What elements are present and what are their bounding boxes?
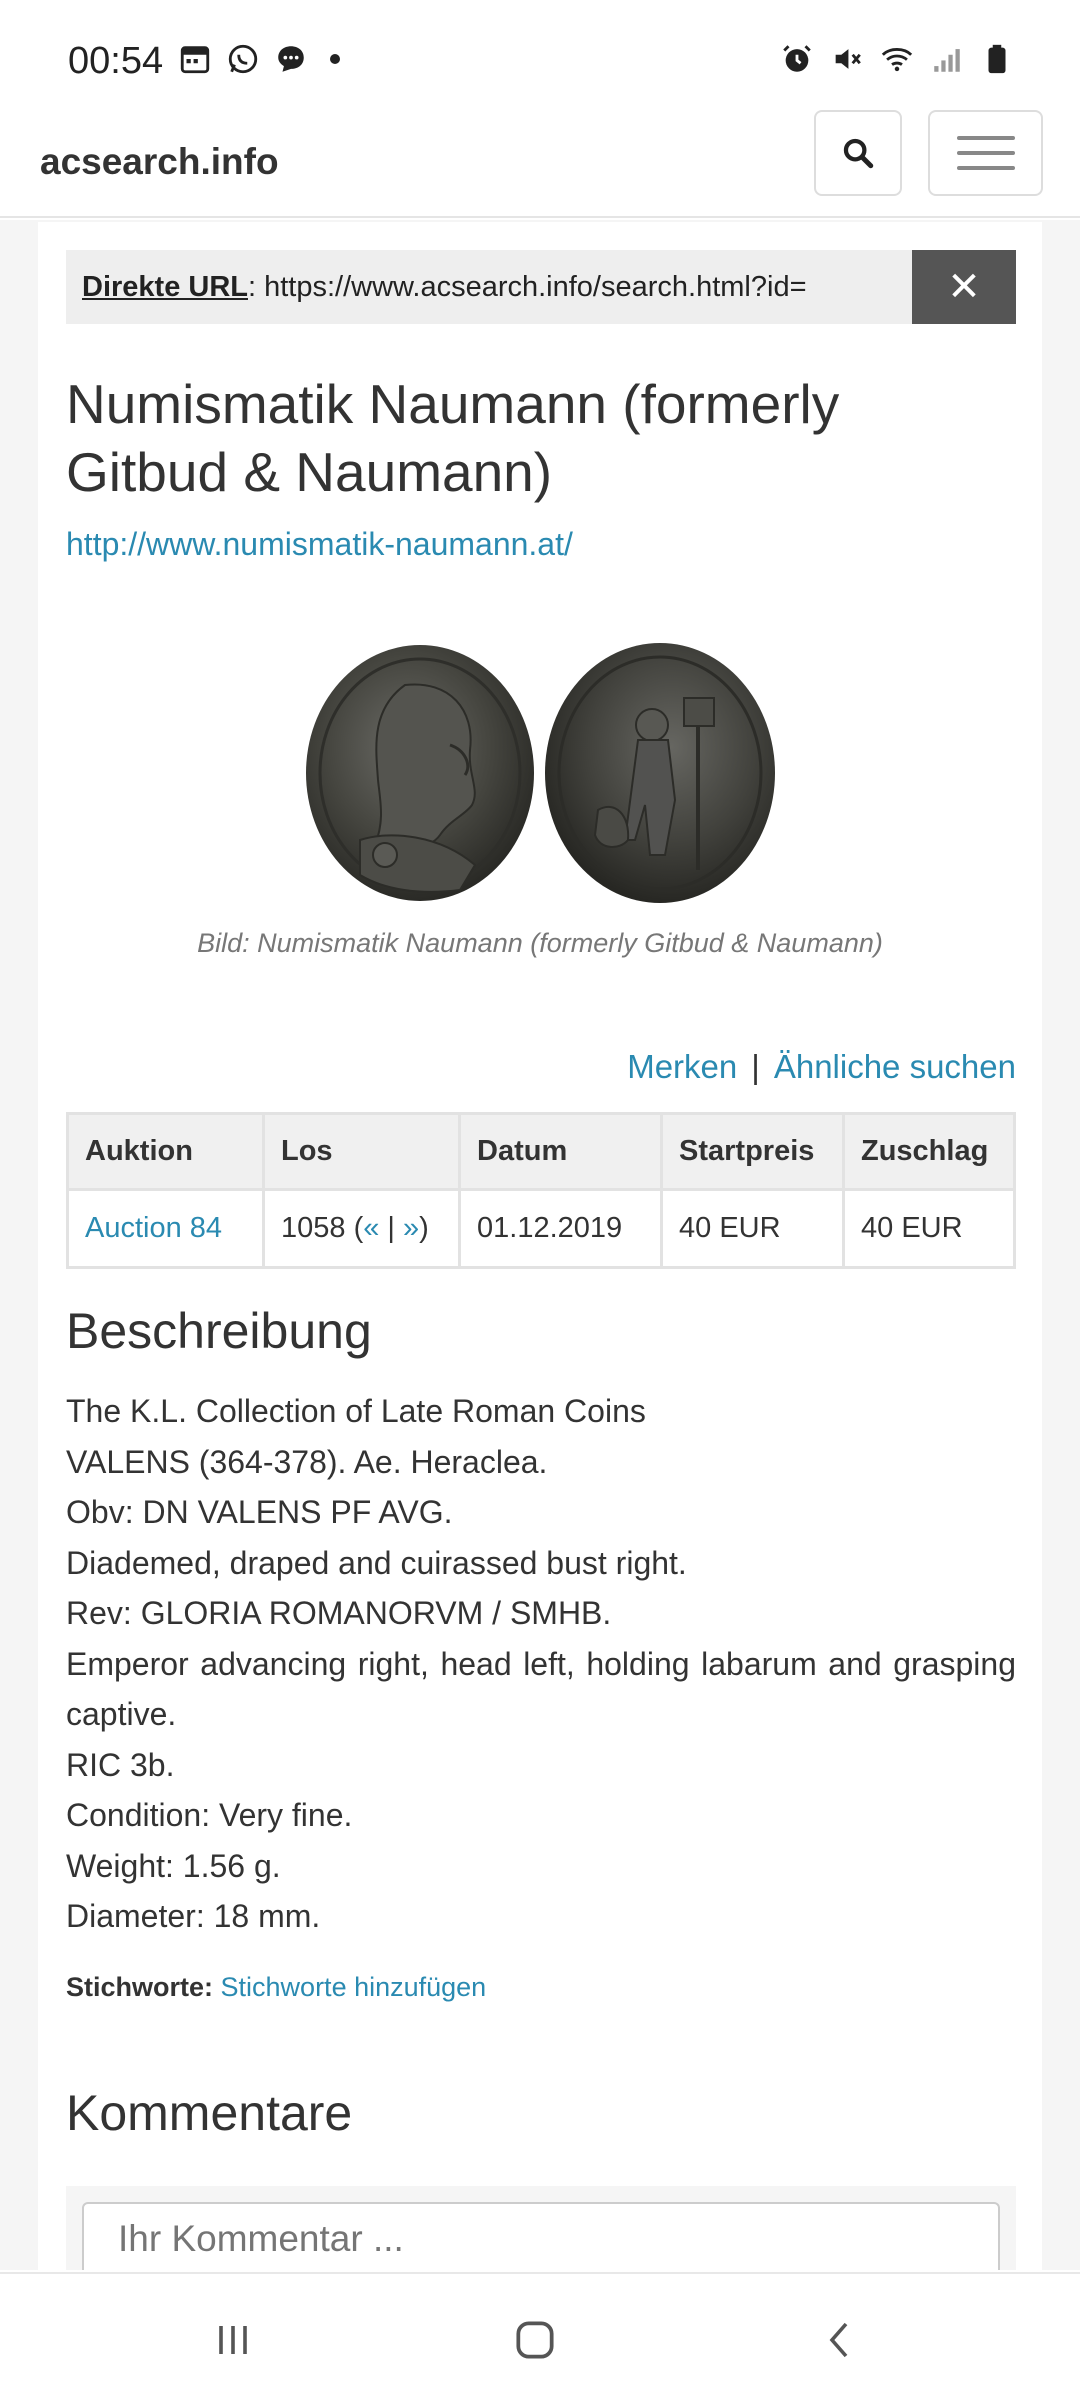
navbar: acsearch.info xyxy=(0,110,1080,218)
description-line: Obv: DN VALENS PF AVG. xyxy=(66,1494,453,1530)
table-header-row: Auktion Los Datum Startpreis Zuschlag xyxy=(66,1112,1016,1191)
lot-close: ) xyxy=(419,1212,429,1244)
bookmark-link[interactable]: Merken xyxy=(627,1048,737,1085)
signal-icon xyxy=(934,49,960,72)
description-line: Emperor advancing right, head left, hold… xyxy=(66,1645,1016,1733)
direct-url-separator: : xyxy=(248,271,257,303)
header-lot: Los xyxy=(262,1112,461,1191)
cell-auction: Auction 84 xyxy=(66,1188,265,1269)
home-icon xyxy=(516,2321,554,2359)
image-caption: Bild: Numismatik Naumann (formerly Gitbu… xyxy=(197,928,883,958)
tags-label: Stichworte: xyxy=(66,1972,214,2002)
similar-search-link[interactable]: Ähnliche suchen xyxy=(774,1048,1016,1085)
next-lot-link[interactable]: » xyxy=(403,1212,419,1244)
auction-table: Auktion Los Datum Startpreis Zuschlag Au… xyxy=(66,1112,1016,1269)
search-button[interactable] xyxy=(814,110,902,196)
hamburger-menu-icon xyxy=(956,166,1015,170)
comments-heading: Kommentare xyxy=(66,2085,353,2141)
battery-icon xyxy=(988,44,1006,74)
brand-logo[interactable]: acsearch.info xyxy=(40,130,279,194)
lot-nav-pipe: | xyxy=(379,1212,404,1244)
status-right-icons xyxy=(780,42,1014,76)
mute-icon xyxy=(835,49,861,69)
recent-apps-button[interactable] xyxy=(203,2310,263,2370)
coin-reverse xyxy=(545,643,775,903)
hamburger-menu-icon xyxy=(956,136,1015,140)
description-line: The K.L. Collection of Late Roman Coins xyxy=(66,1393,646,1429)
whatsapp-icon xyxy=(228,44,258,74)
back-icon xyxy=(829,2322,848,2358)
auction-house-title: Numismatik Naumann (formerly Gitbud & Na… xyxy=(66,373,840,503)
description-heading: Beschreibung xyxy=(66,1303,372,1359)
cell-lot: 1058 (« | ») xyxy=(262,1188,461,1269)
tags-row: Stichworte: Stichworte hinzufügen xyxy=(66,1972,486,2003)
recent-apps-icon xyxy=(219,2326,247,2354)
description-line: Weight: 1.56 g. xyxy=(66,1847,281,1884)
description-line: Diameter: 18 mm. xyxy=(66,1898,321,1934)
status-time: 00:54 xyxy=(68,40,164,82)
header-start-price: Startpreis xyxy=(660,1112,845,1191)
auction-link[interactable]: Auction 84 xyxy=(85,1212,222,1244)
coin-obverse xyxy=(306,645,534,901)
menu-toggle-button[interactable] xyxy=(928,110,1043,196)
hamburger-menu-icon xyxy=(956,151,1015,155)
system-navigation-bar xyxy=(0,2272,1080,2400)
coin-image[interactable] xyxy=(300,640,780,910)
close-icon: ✕ xyxy=(947,265,981,309)
description-line: Rev: GLORIA ROMANORVM / SMHB. xyxy=(66,1595,612,1631)
header-hammer-price: Zuschlag xyxy=(842,1112,1016,1191)
lot-number: 1058 ( xyxy=(281,1212,364,1244)
comment-form xyxy=(66,2186,1016,2270)
description-line: RIC 3b. xyxy=(66,1746,175,1783)
auction-house-link[interactable]: http://www.numismatik-naumann.at/ xyxy=(66,526,573,563)
alarm-icon xyxy=(783,45,811,72)
dot-icon xyxy=(330,54,340,64)
cell-start-price: 40 EUR xyxy=(660,1188,845,1269)
status-left-icons xyxy=(178,42,340,76)
comment-input[interactable] xyxy=(82,2202,1000,2270)
direct-url-value[interactable]: https://www.acsearch.info/search.html?id… xyxy=(256,271,806,303)
wifi-icon xyxy=(881,48,913,72)
lot-actions: Merken | Ähnliche suchen xyxy=(627,1048,1016,1086)
previous-lot-link[interactable]: « xyxy=(363,1212,379,1244)
description-line: Condition: Very fine. xyxy=(66,1797,353,1833)
direct-url-bar[interactable]: Direkte URL: https://www.acsearch.info/s… xyxy=(66,250,948,324)
calendar-icon xyxy=(180,46,210,74)
back-button[interactable] xyxy=(810,2310,870,2370)
add-tags-link[interactable]: Stichworte hinzufügen xyxy=(221,1972,487,2002)
cell-date: 01.12.2019 xyxy=(458,1188,663,1269)
description-text: The K.L. Collection of Late Roman Coins … xyxy=(66,1386,1016,1942)
table-row: Auction 84 1058 (« | ») 01.12.2019 40 EU… xyxy=(66,1188,1016,1269)
description-line: VALENS (364-378). Ae. Heraclea. xyxy=(66,1443,548,1480)
home-button[interactable] xyxy=(505,2310,565,2370)
action-separator: | xyxy=(751,1048,760,1085)
search-icon xyxy=(843,138,874,169)
message-icon xyxy=(278,46,304,72)
header-date: Datum xyxy=(458,1112,663,1191)
close-url-button[interactable]: ✕ xyxy=(912,250,1016,324)
cell-hammer-price: 40 EUR xyxy=(842,1188,1016,1269)
header-auction: Auktion xyxy=(66,1112,265,1191)
description-line: Diademed, draped and cuirassed bust righ… xyxy=(66,1544,687,1581)
status-bar: 00:54 xyxy=(0,0,1080,110)
direct-url-label: Direkte URL xyxy=(82,271,248,303)
main-content: Direkte URL: https://www.acsearch.info/s… xyxy=(38,222,1042,2270)
